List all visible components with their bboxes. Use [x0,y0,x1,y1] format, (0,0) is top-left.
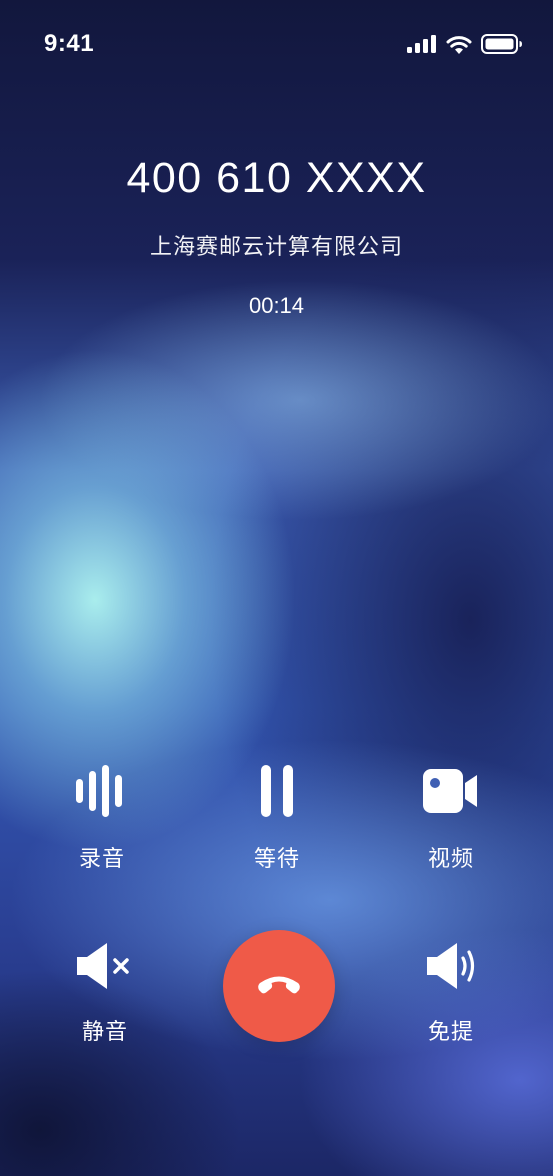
record-label: 录音 [78,847,125,872]
status-time: 9:41 [44,30,95,57]
status-icons [407,34,523,58]
hold-button[interactable]: 等待 [217,765,337,873]
video-button[interactable]: 视频 [391,765,511,873]
speaker-on-icon [423,940,479,992]
call-duration: 00:14 [248,293,305,318]
wifi-icon [446,35,472,58]
video-label: 视频 [427,847,474,872]
hangup-button[interactable] [223,930,335,1042]
speaker-button[interactable]: 免提 [391,940,511,1046]
caller-name: 上海赛邮云计算有限公司 [149,235,403,260]
signal-icon [407,35,437,57]
phone-hangup-icon [256,973,302,999]
mute-button[interactable]: 静音 [45,940,165,1046]
waveform-icon [74,765,130,817]
battery-icon [481,34,523,58]
call-screen: 9:41 400 610 XXXX 上海赛邮云计算有限公司 00:14 录音 等… [0,0,553,1176]
video-camera-icon [423,765,479,817]
record-button[interactable]: 录音 [42,765,162,873]
speaker-label: 免提 [427,1020,474,1045]
mute-label: 静音 [81,1020,128,1045]
pause-icon [259,765,295,817]
speaker-mute-icon [77,940,133,992]
hold-label: 等待 [253,847,300,872]
caller-number: 400 610 XXXX [126,154,427,202]
